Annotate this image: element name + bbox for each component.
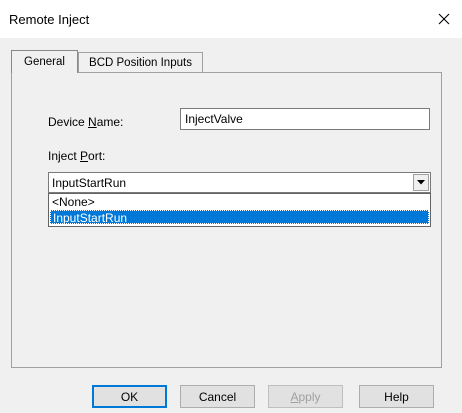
- device-name-value: InjectValve: [185, 112, 243, 126]
- close-button[interactable]: [432, 8, 456, 30]
- chevron-down-icon: [417, 180, 425, 185]
- dropdown-option-inputstartrun[interactable]: InputStartRun: [50, 210, 429, 225]
- device-name-input[interactable]: InjectValve: [180, 108, 430, 130]
- cancel-button[interactable]: Cancel: [180, 385, 255, 408]
- tab-general-label: General: [24, 56, 65, 68]
- tab-bcd-label: BCD Position Inputs: [89, 56, 192, 69]
- inject-port-combobox[interactable]: InputStartRun: [48, 172, 431, 193]
- device-name-label: Device Name:: [48, 115, 123, 129]
- dropdown-arrow-button[interactable]: [413, 174, 429, 191]
- inject-port-value: InputStartRun: [52, 176, 127, 190]
- tab-bcd-position-inputs[interactable]: BCD Position Inputs: [78, 52, 203, 72]
- device-name-label-suffix: ame:: [96, 115, 124, 129]
- apply-accel: A: [290, 389, 299, 404]
- dropdown-option-none[interactable]: <None>: [50, 195, 429, 209]
- apply-button[interactable]: Apply: [268, 385, 343, 408]
- device-name-label-accel: N: [88, 115, 97, 129]
- device-name-label-prefix: Device: [48, 115, 89, 129]
- apply-rest: pply: [298, 389, 321, 404]
- close-icon: [438, 13, 450, 25]
- ok-button[interactable]: OK: [92, 385, 167, 408]
- tab-general[interactable]: General: [11, 50, 78, 73]
- window-title: Remote Inject: [9, 12, 90, 27]
- inject-port-label-suffix: ort:: [88, 149, 106, 163]
- inject-port-label-accel: P: [80, 149, 89, 163]
- inject-port-label: Inject Port:: [48, 149, 105, 163]
- inject-port-label-prefix: Inject: [48, 149, 81, 163]
- help-button[interactable]: Help: [359, 385, 434, 408]
- inject-port-dropdown-list: <None> InputStartRun: [48, 193, 431, 227]
- title-bar: Remote Inject: [0, 0, 462, 38]
